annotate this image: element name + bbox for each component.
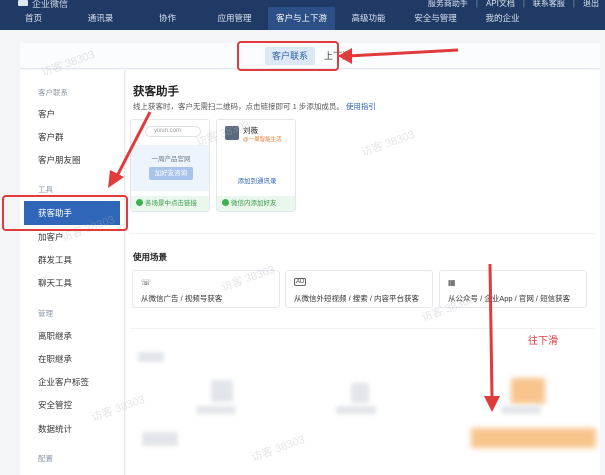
preview-footer-text: 各场景中点击链接 (145, 200, 197, 207)
main-nav: 首页 通讯录 协作 应用管理 客户与上下游 高级功能 安全与管理 我的企业 (0, 7, 605, 30)
blurred-content (211, 380, 233, 402)
preview-card-contact: 刘薇 @一周智能生活 添加到通讯录 微信内添加好友 (216, 119, 296, 212)
sidebar-item-customers[interactable]: 客户 (20, 102, 125, 126)
sidebar-group-customer-contact: 客户联系 (38, 88, 68, 97)
divider (130, 328, 596, 329)
scroll-hint-annotation: 往下滑 (528, 336, 558, 347)
page-title: 获客助手 (133, 86, 179, 98)
blurred-content (196, 406, 236, 414)
blurred-content (511, 378, 545, 404)
sidebar-group-tools: 工具 (38, 185, 53, 194)
sidebar-item-security-control[interactable]: 安全管控 (20, 393, 125, 417)
blurred-content (351, 383, 369, 403)
sidebar-item-acquisition-assistant[interactable]: 获客助手 (24, 201, 120, 225)
contact-footer-text: 微信内添加好友 (231, 200, 277, 207)
chat-icon: ☏ (141, 278, 152, 287)
sidebar-item-resigned-inheritance[interactable]: 离职继承 (20, 324, 125, 348)
contact-card-footer: 微信内添加好友 (217, 196, 295, 211)
main-content: 获客助手 线上获客时，客户无需扫二维码，点击链接即可 1 步添加成员。 使用指引… (126, 70, 600, 475)
top-links: 服务商助手 API文档 联系客服 退出 (428, 0, 599, 8)
tab-customer-contact[interactable]: 客户联系 (265, 47, 316, 65)
top-link-logout[interactable]: 退出 (583, 0, 599, 8)
preview-search-bar: yixun.com (145, 126, 201, 137)
sidebar-item-data-stats[interactable]: 数据统计 (20, 417, 125, 441)
check-icon (136, 199, 143, 206)
contact-company: @一周智能生活 (243, 137, 282, 143)
top-bar: 企业微信 服务商助手 API文档 联系客服 退出 首页 通讯录 协作 应用管理 … (0, 0, 605, 30)
top-link-helper[interactable]: 服务商助手 (428, 0, 478, 8)
sidebar-item-chat-tools[interactable]: 聊天工具 (20, 271, 125, 295)
nav-app-management[interactable]: 应用管理 (201, 7, 268, 30)
nav-contacts[interactable]: 通讯录 (67, 7, 134, 30)
preview-banner: 一周产品官网 加好友咨询 (131, 145, 209, 191)
divider (130, 233, 596, 234)
scene-card-official-channels[interactable]: ▦ 从公众号 / 企业App / 官网 / 短信获客 (439, 270, 587, 308)
sidebar-item-customer-tags[interactable]: 企业客户标签 (20, 370, 125, 394)
page-description-text: 线上获客时，客户无需扫二维码，点击链接即可 1 步添加成员。 (133, 102, 344, 111)
usage-guide-link[interactable]: 使用指引 (346, 102, 376, 111)
ad-icon: AD (294, 278, 307, 286)
sidebar-group-management: 管理 (38, 309, 53, 318)
top-link-api-docs[interactable]: API文档 (486, 0, 525, 8)
nav-customers[interactable]: 客户与上下游 (268, 7, 335, 30)
scene-card-external-platforms[interactable]: AD 从微信外短视频 / 搜索 / 内容平台获客 (285, 270, 433, 308)
page-description: 线上获客时，客户无需扫二维码，点击链接即可 1 步添加成员。 使用指引 (133, 101, 376, 112)
top-link-support[interactable]: 联系客服 (533, 0, 575, 8)
nav-home[interactable]: 首页 (0, 7, 67, 30)
add-to-contacts-button: 添加到通讯录 (237, 178, 277, 185)
nav-security[interactable]: 安全与管理 (402, 7, 469, 30)
scene-label: 从微信广告 / 视频号获客 (141, 294, 223, 303)
sidebar-item-add-customer[interactable]: 加客户 (20, 225, 125, 249)
scene-label: 从微信外短视频 / 搜索 / 内容平台获客 (294, 294, 420, 303)
scenes-title: 使用场景 (133, 252, 168, 262)
blurred-content (138, 352, 164, 362)
sidebar-item-moments[interactable]: 客户朋友圈 (20, 148, 125, 172)
sidebar-item-active-inheritance[interactable]: 在职继承 (20, 347, 125, 371)
preview-card-footer: 各场景中点击链接 (131, 196, 209, 211)
preview-banner-text: 一周产品官网 (151, 156, 191, 163)
tab-strip: 客户联系 上下游 (20, 43, 600, 69)
sidebar-item-mass-messaging[interactable]: 群发工具 (20, 248, 125, 272)
nav-my-enterprise[interactable]: 我的企业 (469, 7, 536, 30)
app-logo[interactable]: 企业微信 (18, 0, 68, 9)
scene-label: 从公众号 / 企业App / 官网 / 短信获客 (448, 294, 571, 303)
preview-add-friend-button: 加好友咨询 (149, 167, 193, 180)
check-icon (222, 199, 229, 206)
blurred-content (336, 406, 376, 414)
blurred-content (471, 428, 596, 448)
tab-upstream-downstream[interactable]: 上下游 (317, 47, 358, 65)
preview-card-webpage: yixun.com 一周产品官网 加好友咨询 各场景中点击链接 (130, 119, 210, 212)
blurred-content (501, 406, 541, 414)
avatar (225, 126, 239, 140)
nav-collaboration[interactable]: 协作 (134, 7, 201, 30)
blurred-content (142, 432, 178, 446)
nav-advanced[interactable]: 高级功能 (335, 7, 402, 30)
grid-icon: ▦ (448, 278, 456, 287)
sidebar: 客户联系 客户 客户群 客户朋友圈 工具 获客助手 加客户 群发工具 聊天工具 … (20, 70, 125, 475)
scene-card-wechat-ads[interactable]: ☏ 从微信广告 / 视频号获客 (132, 270, 280, 308)
sidebar-group-config: 配置 (38, 454, 53, 463)
logo-icon (18, 0, 28, 6)
sidebar-item-customer-groups[interactable]: 客户群 (20, 125, 125, 149)
